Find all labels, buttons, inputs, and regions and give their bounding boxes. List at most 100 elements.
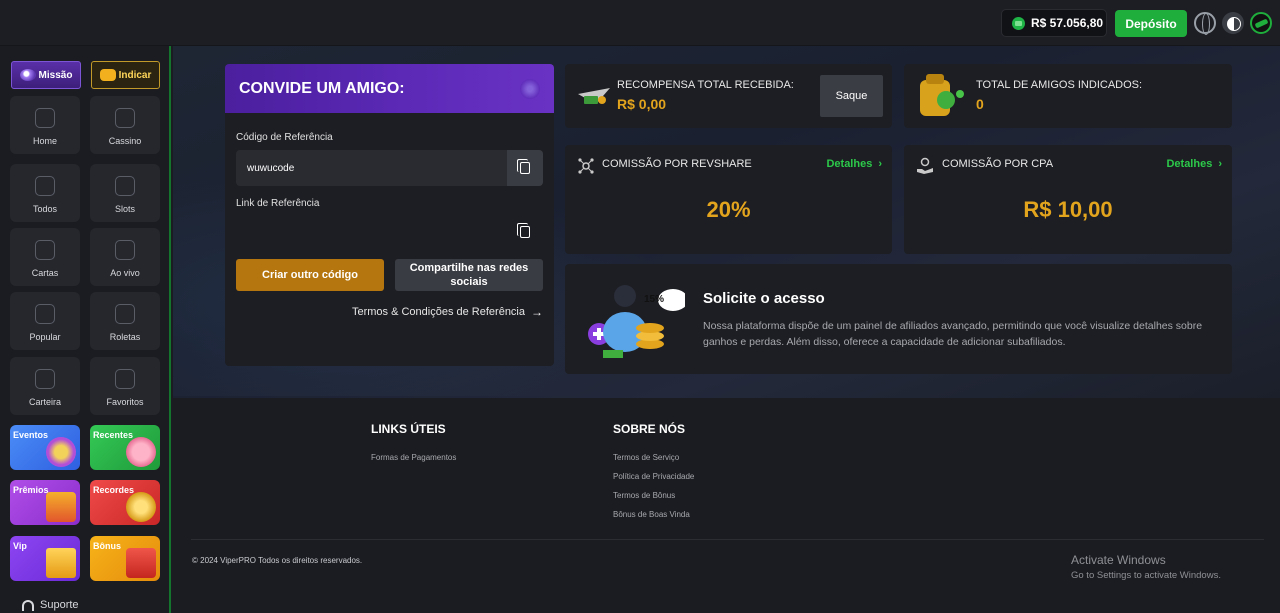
footer-link-privacy-policy[interactable]: Política de Privacidade <box>613 472 694 481</box>
sidebar-item-label: Todos <box>32 204 58 214</box>
footer-link-payments[interactable]: Formas de Pagamentos <box>371 453 456 462</box>
sidebar-item-label: Carteira <box>28 397 61 407</box>
reward-card: RECOMPENSA TOTAL RECEBIDA: R$ 0,00 Saque <box>565 64 892 128</box>
sidebar-item-cartas[interactable]: Cartas <box>10 228 80 286</box>
cpa-card: COMISSÃO POR CPA Detalhes › R$ 10,00 <box>904 145 1232 254</box>
sidebar-item-label: Ao vivo <box>110 268 140 278</box>
theme-toggle-icon[interactable] <box>1222 12 1244 34</box>
footer-divider <box>191 539 1264 540</box>
revshare-details-link[interactable]: Detalhes › <box>826 158 882 170</box>
donut-icon <box>46 437 76 467</box>
headset-icon <box>22 599 34 611</box>
promo-vip[interactable]: Vip <box>10 536 80 581</box>
footer-link-terms-of-service[interactable]: Termos de Serviço <box>613 453 679 462</box>
swirl-icon <box>520 79 540 99</box>
live-dealer-icon <box>115 240 135 260</box>
home-icon <box>35 108 55 128</box>
sidebar-item-label: Home <box>32 136 57 146</box>
create-code-button[interactable]: Criar outro código <box>236 259 384 291</box>
sidebar-item-todos[interactable]: Todos <box>10 164 80 222</box>
details-label: Detalhes <box>826 158 873 170</box>
flame-icon <box>35 304 55 324</box>
present-icon <box>126 548 156 578</box>
sidebar-item-roletas[interactable]: Roletas <box>90 292 160 350</box>
cpa-title: COMISSÃO POR CPA <box>942 158 1054 170</box>
reward-title: RECOMPENSA TOTAL RECEBIDA: <box>617 79 794 91</box>
rocket-icon <box>35 176 55 196</box>
mission-label: Missão <box>38 69 73 81</box>
chevron-right-icon: › <box>878 158 882 170</box>
cpa-value: R$ 10,00 <box>1023 197 1113 222</box>
footer-link-welcome-bonus[interactable]: Bônus de Boas Vinda <box>613 510 690 519</box>
wallet-icon <box>35 369 55 389</box>
coin-icon <box>1012 16 1025 30</box>
referral-link-field[interactable] <box>236 214 543 250</box>
sidebar-item-ao-vivo[interactable]: Ao vivo <box>90 228 160 286</box>
promo-label: Prêmios <box>13 485 49 495</box>
globe-icon[interactable] <box>1194 12 1216 35</box>
crown-icon <box>46 548 76 578</box>
network-icon <box>578 158 594 174</box>
arrow-right-icon: → <box>531 305 543 319</box>
sidebar-item-label: Cassino <box>108 136 142 146</box>
details-label: Detalhes <box>1166 158 1213 170</box>
share-social-button[interactable]: Compartilhe nas redes sociais <box>395 259 543 291</box>
copy-code-button[interactable] <box>507 150 543 186</box>
promo-recordes[interactable]: Recordes <box>90 480 160 525</box>
cards-icon <box>35 240 55 260</box>
sidebar-item-home[interactable]: Home <box>10 96 80 154</box>
folder-icon <box>115 369 135 389</box>
friends-title: TOTAL DE AMIGOS INDICADOS: <box>976 79 1143 91</box>
revshare-title: COMISSÃO POR REVSHARE <box>602 158 752 170</box>
support-link[interactable]: Suporte <box>22 599 79 611</box>
referral-code-field[interactable]: wuwucode <box>236 150 543 186</box>
access-description: Nossa plataforma dispõe de um painel de … <box>703 320 1203 348</box>
referral-code-label: Código de Referência <box>236 132 333 143</box>
reward-value: R$ 0,00 <box>617 96 667 112</box>
revshare-card: COMISSÃO POR REVSHARE Detalhes › 20% <box>565 145 892 254</box>
sidebar-item-label: Favoritos <box>106 397 144 407</box>
roulette-icon <box>115 304 135 324</box>
footer: LINKS ÚTEIS Formas de Pagamentos SOBRE N… <box>173 398 1280 613</box>
footer-link-bonus-terms[interactable]: Termos de Bônus <box>613 491 675 500</box>
about-us-title: SOBRE NÓS <box>613 422 686 436</box>
mission-button[interactable]: Missão <box>11 61 81 89</box>
promo-eventos[interactable]: Eventos <box>10 425 80 470</box>
balance-value: R$ 57.056,80 <box>1031 16 1104 30</box>
referral-terms-link[interactable]: Termos & Condições de Referência → <box>352 305 543 319</box>
sidebar-item-label: Cartas <box>31 268 59 278</box>
invite-header: CONVIDE UM AMIGO: <box>225 64 554 113</box>
affiliate-person-icon <box>588 285 685 358</box>
withdraw-button[interactable]: Saque <box>820 75 883 117</box>
avatar-icon[interactable] <box>1250 12 1272 34</box>
revshare-value: 20% <box>706 197 751 222</box>
activate-windows-title: Activate Windows <box>1071 553 1166 567</box>
useful-links-title: LINKS ÚTEIS <box>371 422 446 436</box>
promo-premios[interactable]: Prêmios <box>10 480 80 525</box>
deposit-button[interactable]: Depósito <box>1115 10 1187 37</box>
promo-label: Recentes <box>93 430 134 440</box>
access-request-card[interactable]: 15% Solicite o acesso Nossa plataforma d… <box>565 264 1232 374</box>
slot-machine-icon <box>115 176 135 196</box>
balance-display[interactable]: R$ 57.056,80 <box>1001 9 1107 37</box>
hand-coin-icon <box>917 157 933 174</box>
terms-label: Termos & Condições de Referência <box>351 306 525 318</box>
sidebar-item-label: Popular <box>29 332 61 342</box>
sidebar-item-carteira[interactable]: Carteira <box>10 357 80 415</box>
cpa-details-link[interactable]: Detalhes › <box>1166 158 1222 170</box>
copy-link-button[interactable] <box>507 214 543 250</box>
sidebar-item-slots[interactable]: Slots <box>90 164 160 222</box>
copyright-text: © 2024 ViperPRO Todos os direitos reserv… <box>192 556 363 565</box>
invite-card: CONVIDE UM AMIGO: Código de Referência w… <box>225 64 554 366</box>
sidebar-item-favoritos[interactable]: Favoritos <box>90 357 160 415</box>
indicar-button[interactable]: Indicar <box>91 61 160 89</box>
sidebar-item-popular[interactable]: Popular <box>10 292 80 350</box>
promo-recentes[interactable]: Recentes <box>90 425 160 470</box>
promo-label: Recordes <box>93 485 135 495</box>
money-bag-friend-icon <box>920 74 964 116</box>
chevron-right-icon: › <box>1218 158 1222 170</box>
casino-icon <box>115 108 135 128</box>
referral-code-value: wuwucode <box>247 162 295 174</box>
sidebar-item-cassino[interactable]: Cassino <box>90 96 160 154</box>
promo-bonus[interactable]: Bônus <box>90 536 160 581</box>
